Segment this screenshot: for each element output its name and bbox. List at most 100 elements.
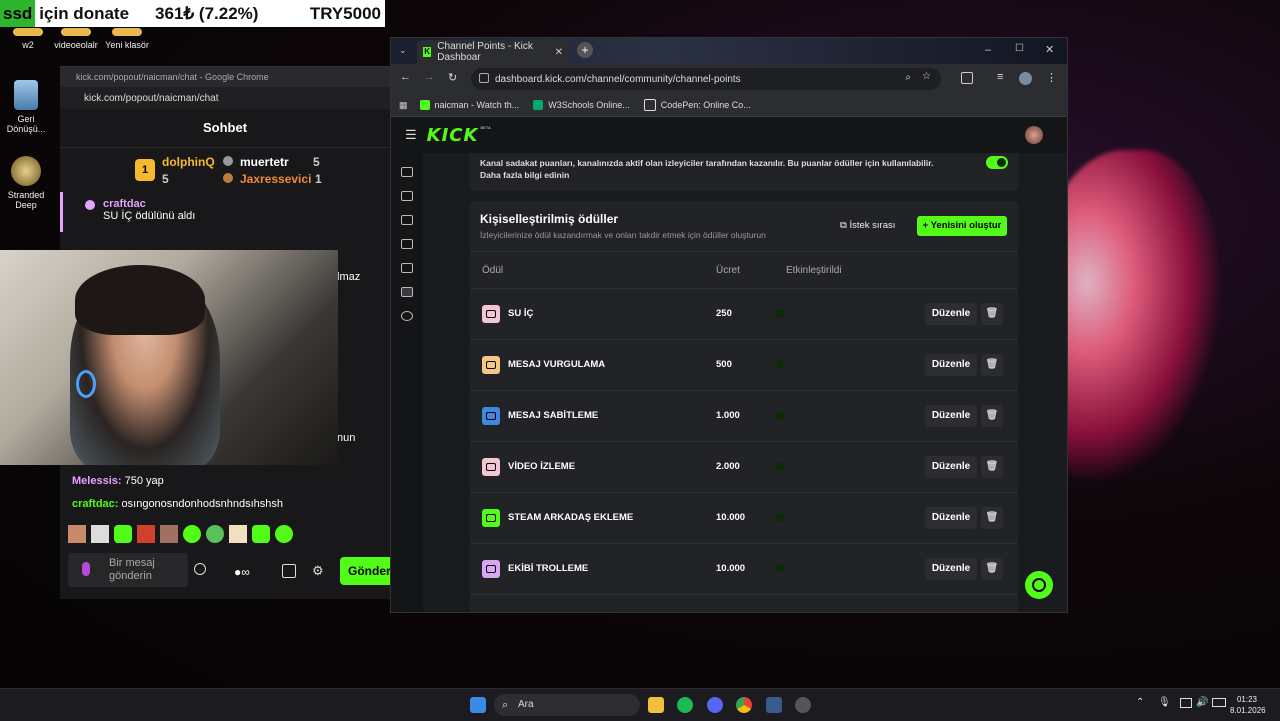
tab-channel-points[interactable]: K Channel Points - Kick Dashboar ✕	[417, 40, 569, 64]
store-icon[interactable]	[282, 564, 296, 578]
bookmark-codepen[interactable]: CodePen: Online Co...	[643, 99, 751, 111]
trash-icon[interactable]: 🗑	[981, 303, 1003, 325]
desktop-icon-stranded-deep[interactable]: Stranded Deep	[0, 156, 54, 210]
edit-reward-button[interactable]: Düzenle	[925, 405, 977, 427]
tab-close-icon[interactable]: ✕	[555, 47, 563, 58]
edit-reward-button[interactable]: Düzenle	[925, 558, 977, 580]
emote-icon[interactable]	[114, 525, 132, 543]
leader-3-name[interactable]: Jaxressevici	[240, 172, 311, 186]
settings-gear-icon[interactable]: ⚙	[312, 563, 324, 579]
leader-1-name[interactable]: dolphinQ	[162, 155, 215, 169]
emote-icon[interactable]	[137, 525, 155, 543]
trash-icon[interactable]: 🗑	[981, 558, 1003, 580]
microphone-tray-icon[interactable]: 🎙	[1158, 697, 1171, 708]
edit-reward-button[interactable]: Düzenle	[925, 507, 977, 529]
reward-row: VİDEO İZLEME 2.000 Düzenle 🗑	[470, 442, 1018, 493]
analytics-icon[interactable]	[401, 191, 413, 201]
desktop-icon-yeni-klasor[interactable]: Yeni klasör	[99, 28, 155, 50]
trash-icon[interactable]: 🗑	[981, 507, 1003, 529]
trophy-icon[interactable]	[401, 215, 413, 225]
reload-icon[interactable]: ↻	[448, 71, 457, 84]
extensions-icon[interactable]	[961, 72, 973, 84]
close-window-icon[interactable]: ✕	[1045, 43, 1054, 56]
chrome-icon[interactable]	[736, 697, 752, 713]
back-icon[interactable]: ←	[400, 71, 411, 83]
network-icon[interactable]	[1180, 698, 1192, 708]
zoom-icon[interactable]: ⌕	[905, 72, 911, 83]
reward-cost: 1.000	[716, 410, 740, 421]
kick-logo[interactable]: KICK	[427, 125, 479, 146]
chat-message-user[interactable]: Melessis:	[72, 475, 122, 487]
desktop-icon-videoeolalr[interactable]: videoeolalr	[48, 28, 104, 50]
bookmark-star-icon[interactable]: ☆	[922, 71, 931, 82]
moderation-icon[interactable]	[401, 239, 413, 249]
tray-overflow-icon[interactable]: ⌃	[1136, 697, 1144, 708]
hamburger-menu-icon[interactable]: ☰	[405, 127, 417, 143]
start-icon[interactable]	[470, 697, 486, 713]
kick-logo-beta: BETA	[480, 125, 491, 130]
new-tab-icon[interactable]: +	[577, 42, 593, 58]
volume-icon[interactable]: 🔊	[1196, 697, 1208, 708]
emote-icon[interactable]	[206, 525, 224, 543]
chat-message-input[interactable]: Bir mesaj gönderin	[68, 553, 206, 587]
loyalty-description: Kanal sadakat puanları, kanalınızda akti…	[480, 157, 950, 181]
taskbar-clock[interactable]: 01:23 8.01.2026	[1230, 694, 1266, 716]
maximize-icon[interactable]: ☐	[1015, 43, 1024, 54]
reward-row: MESAJ SABİTLEME 1.000 Düzenle 🗑	[470, 391, 1018, 442]
folder-icon	[112, 28, 142, 36]
discord-icon[interactable]	[707, 697, 723, 713]
bookmark-naicman[interactable]: naicman - Watch th...	[419, 100, 519, 110]
trash-icon[interactable]: 🗑	[981, 405, 1003, 427]
steam-icon[interactable]	[766, 697, 782, 713]
chat-message-user[interactable]: craftdac:	[72, 498, 118, 510]
emote-icon[interactable]	[252, 525, 270, 543]
profile-avatar[interactable]	[1019, 72, 1032, 85]
points-icon[interactable]: ●∞	[234, 565, 250, 579]
redeem-user[interactable]: craftdac	[103, 192, 390, 210]
emote-icon[interactable]	[160, 525, 178, 543]
emote-icon[interactable]	[183, 525, 201, 543]
desktop-icon-recycle-bin[interactable]: Geri Dönüşü...	[0, 80, 54, 134]
edit-reward-button[interactable]: Düzenle	[925, 303, 977, 325]
obs-icon[interactable]	[795, 697, 811, 713]
edit-reward-button[interactable]: Düzenle	[925, 456, 977, 478]
microphone-icon[interactable]	[82, 562, 90, 576]
taskbar-search[interactable]: ⌕ Ara	[494, 694, 640, 716]
emoji-icon[interactable]	[194, 563, 206, 575]
file-explorer-icon[interactable]	[648, 697, 664, 713]
request-queue-button[interactable]: ⧉ İstek sırası	[840, 216, 906, 236]
site-info-icon[interactable]	[479, 73, 489, 83]
settings-icon[interactable]	[401, 311, 413, 321]
create-reward-button[interactable]: + Yenisini oluştur	[917, 216, 1007, 236]
media-icon[interactable]: ≡	[997, 71, 1003, 83]
stream-icon[interactable]	[401, 167, 413, 177]
minimize-icon[interactable]: –	[985, 44, 991, 56]
tab-search-icon[interactable]: ⌄	[399, 45, 407, 56]
emote-icon[interactable]	[275, 525, 293, 543]
help-chat-icon[interactable]	[1025, 571, 1053, 599]
community-icon[interactable]	[401, 287, 413, 297]
scan-icon[interactable]	[401, 263, 413, 273]
forward-icon[interactable]: →	[424, 71, 435, 83]
rewards-subtitle: İzleyicilerinize ödül kazandırmak ve onl…	[480, 230, 766, 240]
chat-url-text[interactable]: kick.com/popout/naicman/chat	[84, 93, 219, 104]
trash-icon[interactable]: 🗑	[981, 354, 1003, 376]
bookmark-label: W3Schools Online...	[548, 100, 630, 110]
emote-icon[interactable]	[91, 525, 109, 543]
user-avatar[interactable]	[1025, 126, 1043, 144]
address-bar[interactable]: dashboard.kick.com/channel/community/cha…	[471, 68, 941, 90]
emote-icon[interactable]	[68, 525, 86, 543]
emote-icon[interactable]	[229, 525, 247, 543]
loyalty-learn-more-link[interactable]: Daha fazla bilgi edinin	[480, 170, 569, 180]
bookmark-w3schools[interactable]: W3Schools Online...	[533, 100, 630, 110]
edit-reward-button[interactable]: Düzenle	[925, 354, 977, 376]
trash-icon[interactable]: 🗑	[981, 456, 1003, 478]
loyalty-toggle[interactable]	[986, 156, 1008, 169]
column-reward: Ödül	[482, 265, 504, 276]
browser-menu-icon[interactable]: ⋮	[1046, 71, 1057, 84]
leader-2-name[interactable]: muertetr	[240, 155, 289, 169]
spotify-icon[interactable]	[677, 697, 693, 713]
apps-icon[interactable]: ▦	[399, 100, 408, 111]
battery-icon[interactable]	[1212, 698, 1226, 707]
chat-message-text: osıngonosndonhodsnhndsıhshsh	[121, 498, 283, 510]
